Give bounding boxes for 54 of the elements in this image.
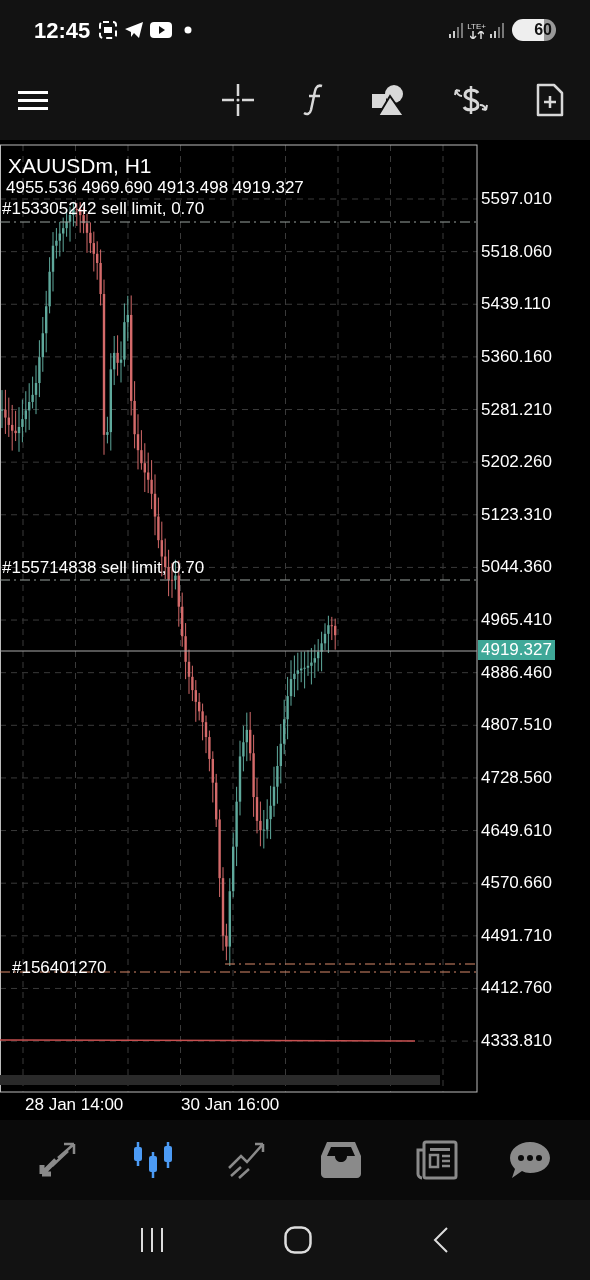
notification-dot-icon bbox=[184, 26, 193, 34]
back-button[interactable] bbox=[432, 1227, 450, 1253]
inbox-tray-icon bbox=[321, 1140, 364, 1180]
price-label: 4649.610 bbox=[481, 820, 552, 841]
signal-icon bbox=[449, 22, 464, 38]
price-label: 5360.160 bbox=[481, 346, 552, 367]
function-icon[interactable] bbox=[302, 84, 324, 116]
nav-tab[interactable] bbox=[132, 1140, 175, 1180]
new-document-icon[interactable] bbox=[536, 83, 564, 117]
time-label: 30 Jan 16:00 bbox=[181, 1095, 280, 1115]
price-label: 4807.510 bbox=[481, 715, 552, 736]
order-label: #156401270 bbox=[12, 958, 107, 978]
video-play-icon bbox=[150, 20, 173, 40]
scrollbar[interactable] bbox=[0, 1075, 440, 1085]
chart-title: XAUUSDm, H1 bbox=[8, 154, 152, 178]
candlestick-icon bbox=[132, 1140, 175, 1180]
price-label: 5439.110 bbox=[481, 294, 551, 315]
menu-icon bbox=[18, 88, 48, 112]
nav-tab[interactable] bbox=[321, 1140, 364, 1180]
chat-bubble-icon bbox=[509, 1140, 552, 1180]
screenshot-icon bbox=[98, 20, 119, 40]
price-label: 5597.010 bbox=[481, 189, 552, 209]
data-arrows-icon bbox=[469, 30, 484, 39]
paper-plane-icon bbox=[124, 20, 145, 40]
price-label: 5123.310 bbox=[481, 504, 552, 525]
ohlc-values: 4955.536 4969.690 4913.498 4919.327 bbox=[6, 178, 304, 198]
price-label: 4886.460 bbox=[481, 662, 552, 683]
time-label: 28 Jan 14:00 bbox=[25, 1095, 124, 1115]
home-icon bbox=[284, 1226, 312, 1254]
back-icon bbox=[432, 1227, 450, 1253]
price-label: 5044.360 bbox=[481, 557, 552, 578]
shapes-icon[interactable] bbox=[372, 84, 406, 116]
dollar-exchange-icon[interactable] bbox=[454, 84, 488, 116]
price-label: 4728.560 bbox=[481, 767, 552, 788]
network-type: LTE+ bbox=[467, 21, 486, 31]
price-label: 4491.710 bbox=[481, 925, 552, 946]
recent-apps-icon bbox=[140, 1228, 164, 1252]
signal-icon bbox=[490, 22, 504, 38]
battery-indicator: 60 bbox=[512, 19, 556, 41]
price-label: 4965.410 bbox=[481, 610, 552, 631]
price-label: 4570.660 bbox=[481, 873, 552, 894]
price-label: 4412.760 bbox=[481, 978, 552, 999]
recent-apps-button[interactable] bbox=[140, 1228, 164, 1252]
crosshair-icon[interactable] bbox=[222, 84, 254, 116]
price-label: 4333.810 bbox=[481, 1031, 552, 1052]
newspaper-icon bbox=[415, 1140, 458, 1180]
nav-tab[interactable] bbox=[415, 1140, 458, 1180]
price-label: 5518.060 bbox=[481, 241, 552, 262]
clock-time: 12:45 bbox=[34, 16, 91, 45]
home-button[interactable] bbox=[284, 1226, 312, 1254]
current-price-label: 4919.327 bbox=[478, 640, 555, 660]
price-label: 5202.260 bbox=[481, 452, 552, 473]
nav-tab[interactable] bbox=[509, 1140, 552, 1180]
price-label: 5281.210 bbox=[481, 399, 552, 420]
